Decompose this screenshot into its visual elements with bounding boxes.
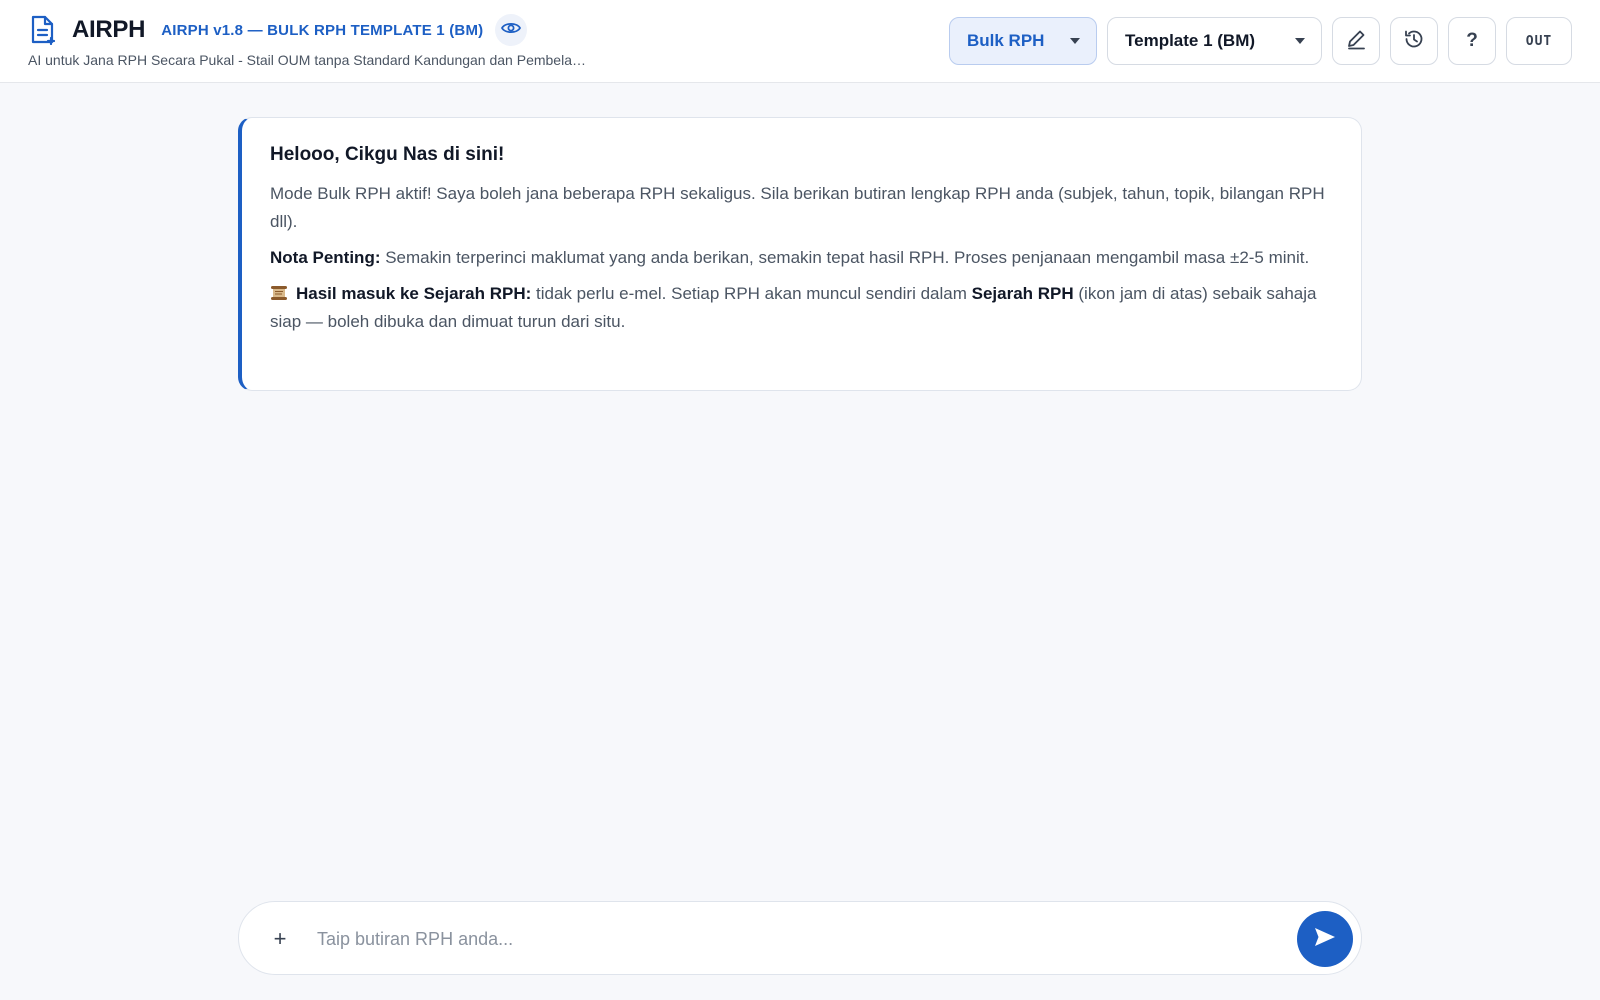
logout-button[interactable]: OUT [1506, 17, 1572, 65]
mode-select[interactable]: Bulk RPH [949, 17, 1097, 65]
header-controls: Bulk RPH Template 1 (BM) ? OUT [949, 17, 1572, 65]
template-select-value: Template 1 (BM) [1125, 31, 1256, 50]
app-header: AIRPH AIRPH v1.8 — BULK RPH TEMPLATE 1 (… [0, 0, 1600, 83]
scroll-icon [270, 282, 288, 300]
app-name: AIRPH [72, 16, 146, 43]
assistant-message: Helooo, Cikgu Nas di sini! Mode Bulk RPH… [238, 117, 1362, 391]
eye-icon [501, 21, 522, 40]
note-text: Nota Penting: Semakin terperinci makluma… [270, 244, 1333, 272]
note-label: Nota Penting: [270, 248, 381, 267]
chat-composer: + [238, 901, 1362, 975]
document-icon [28, 15, 58, 45]
chat-input[interactable] [317, 916, 1267, 962]
preview-button[interactable] [495, 14, 528, 46]
history-icon [1403, 28, 1425, 55]
history-button[interactable] [1390, 17, 1438, 65]
pencil-icon [1345, 28, 1367, 55]
help-button[interactable]: ? [1448, 17, 1496, 65]
brand: AIRPH AIRPH v1.8 — BULK RPH TEMPLATE 1 (… [28, 14, 528, 46]
version-label: AIRPH v1.8 — BULK RPH TEMPLATE 1 (BM) [161, 21, 484, 39]
greeting-heading: Helooo, Cikgu Nas di sini! [270, 144, 505, 165]
attach-button[interactable]: + [265, 924, 295, 954]
chevron-down-icon [1295, 38, 1305, 44]
template-select[interactable]: Template 1 (BM) [1107, 17, 1322, 65]
history-emphasis: Sejarah RPH [971, 284, 1074, 303]
send-button[interactable] [1297, 911, 1353, 967]
note-body: Semakin terperinci maklumat yang anda be… [380, 248, 1310, 267]
history-body-1: tidak perlu e-mel. Setiap RPH akan muncu… [531, 284, 972, 303]
edit-button[interactable] [1332, 17, 1380, 65]
send-icon [1314, 927, 1336, 952]
chevron-down-icon [1070, 38, 1080, 44]
app-subtitle: AI untuk Jana RPH Secara Pukal - Stail O… [28, 52, 588, 68]
intro-text: Mode Bulk RPH aktif! Saya boleh jana beb… [270, 184, 1325, 231]
mode-select-value: Bulk RPH [967, 31, 1045, 50]
history-label: Hasil masuk ke Sejarah RPH: [296, 284, 532, 303]
history-note: Hasil masuk ke Sejarah RPH: tidak perlu … [270, 280, 1333, 336]
